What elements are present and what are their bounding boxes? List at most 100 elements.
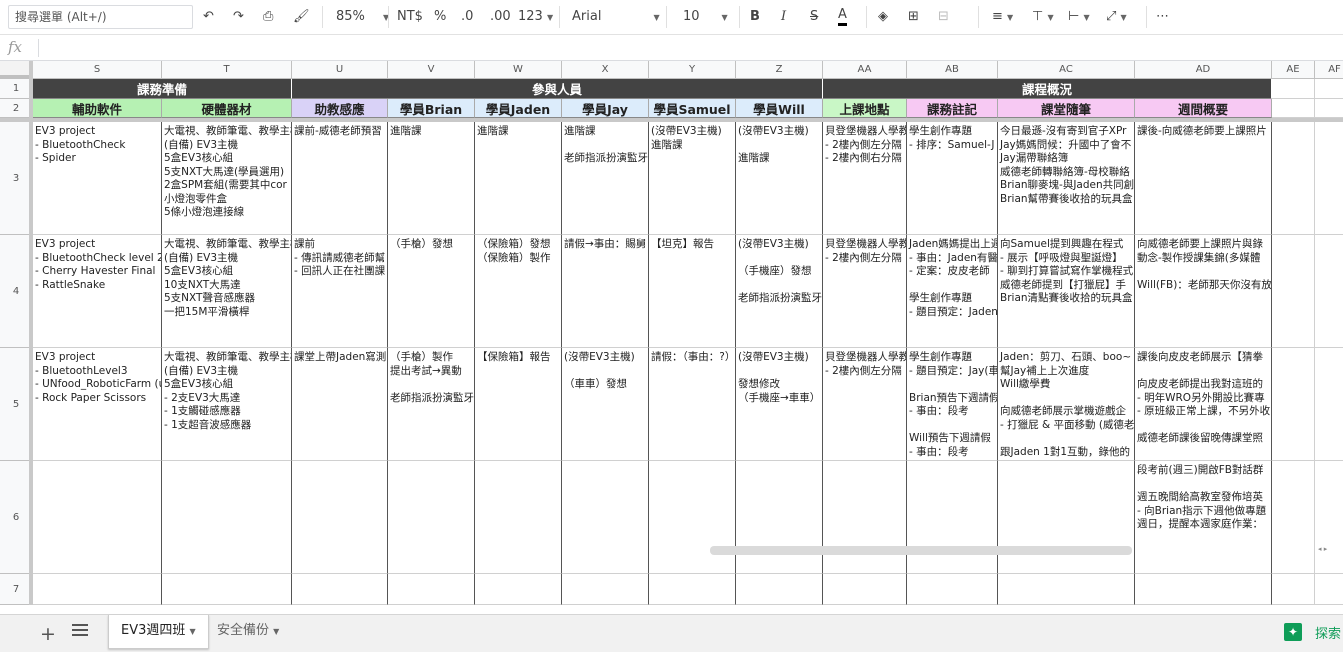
column-header[interactable]: S bbox=[33, 61, 162, 79]
italic-button[interactable]: I bbox=[781, 6, 786, 28]
group-header-group1[interactable]: 課務準備 bbox=[33, 79, 292, 99]
cell[interactable]: 貝登堡機器人學教 - 2樓內側左分隔 bbox=[823, 235, 907, 348]
cell[interactable]: 課前 - 傳訊請威德老師幫 - 回訊人正在社團課 bbox=[292, 235, 388, 348]
cell[interactable]: （手槍）發想 bbox=[388, 235, 475, 348]
column-header[interactable]: T bbox=[162, 61, 292, 79]
cell[interactable] bbox=[736, 461, 823, 574]
column-title[interactable]: 學員Will bbox=[736, 99, 823, 118]
column-header[interactable]: AD bbox=[1135, 61, 1272, 79]
cell[interactable]: 課後向皮皮老師展示【猜拳 向皮皮老師提出我對這班的 - 明年WRO另外開設比賽專… bbox=[1135, 348, 1272, 461]
cell[interactable]: (沒帶EV3主機) 發想修改 （手機座→車車） bbox=[736, 348, 823, 461]
cell[interactable] bbox=[475, 461, 562, 574]
merge-cells-icon[interactable]: ⊟ bbox=[938, 6, 949, 28]
cell[interactable]: 進階課 老師指派扮演監牙 bbox=[562, 122, 649, 235]
redo-icon[interactable]: ↷ bbox=[233, 6, 244, 28]
cell[interactable] bbox=[1272, 574, 1315, 605]
cell[interactable] bbox=[823, 461, 907, 574]
cell[interactable] bbox=[475, 574, 562, 605]
cell[interactable]: 大電視、教師筆電、教學主機 (自備) EV3主機 5盒EV3核心組 5支NXT大… bbox=[162, 122, 292, 235]
column-header[interactable]: AF bbox=[1315, 61, 1343, 79]
font-select[interactable]: Arial ▼ bbox=[572, 6, 660, 28]
column-header[interactable]: V bbox=[388, 61, 475, 79]
column-title[interactable]: 學員Jaden bbox=[475, 99, 562, 118]
cell[interactable]: (沒帶EV3主機) 進階課 bbox=[736, 122, 823, 235]
undo-icon[interactable]: ↶ bbox=[203, 6, 214, 28]
bold-button[interactable]: B bbox=[750, 6, 760, 28]
increase-decimal-button[interactable]: .00 bbox=[490, 6, 511, 28]
cell[interactable] bbox=[162, 461, 292, 574]
cell[interactable] bbox=[1315, 122, 1343, 235]
cell[interactable]: 向威德老師要上課照片與錄 動念-製作授課集錦(多媒體 Will(FB)：老師那天… bbox=[1135, 235, 1272, 348]
scroll-arrows[interactable]: ◂ ▸ bbox=[1318, 545, 1327, 553]
cell[interactable]: 進階課 bbox=[388, 122, 475, 235]
cell[interactable]: 進階課 bbox=[475, 122, 562, 235]
cell[interactable] bbox=[1315, 461, 1343, 574]
cell[interactable]: 貝登堡機器人學教 - 2樓內側左分隔 - 2樓內側右分隔 bbox=[823, 122, 907, 235]
cell[interactable]: EV3 project - BluetoothCheck level 2 - C… bbox=[33, 235, 162, 348]
column-header[interactable]: AB bbox=[907, 61, 998, 79]
column-title[interactable]: 學員Samuel bbox=[649, 99, 736, 118]
cell[interactable] bbox=[998, 461, 1135, 574]
text-rotation-icon[interactable]: ⤢ ▼ bbox=[1106, 6, 1127, 28]
column-header[interactable]: AA bbox=[823, 61, 907, 79]
text-color-button[interactable]: A bbox=[838, 6, 847, 26]
vertical-align-icon[interactable]: ⊤ ▼ bbox=[1032, 6, 1054, 28]
cell[interactable]: Jaden媽媽提出上週 - 事由：Jaden有醫 - 定案：皮皮老師 學生創作專… bbox=[907, 235, 998, 348]
group-header-group2[interactable]: 參與人員 bbox=[292, 79, 823, 99]
cell[interactable]: (沒帶EV3主機) 進階課 bbox=[649, 122, 736, 235]
cell[interactable] bbox=[1272, 79, 1315, 99]
explore-icon[interactable]: ✦ bbox=[1284, 623, 1302, 641]
cell[interactable] bbox=[1315, 235, 1343, 348]
cell[interactable]: 大電視、教師筆電、教學主機 (自備) EV3主機 5盒EV3核心組 - 2支EV… bbox=[162, 348, 292, 461]
group-header-group3[interactable]: 課程概況 bbox=[823, 79, 1272, 99]
print-icon[interactable]: ⎙ bbox=[263, 6, 273, 28]
column-header[interactable]: AC bbox=[998, 61, 1135, 79]
paint-format-icon[interactable]: 🖌 bbox=[293, 6, 310, 28]
search-menus-input[interactable]: 搜尋選單 (Alt+/) bbox=[8, 5, 193, 29]
fill-color-icon[interactable]: ◈ bbox=[878, 6, 888, 28]
column-header[interactable]: U bbox=[292, 61, 388, 79]
cell[interactable] bbox=[1272, 122, 1315, 235]
freeze-divider[interactable] bbox=[0, 118, 1343, 122]
cell[interactable]: （手槍）製作 提出考試→異動 老師指派扮演監牙 bbox=[388, 348, 475, 461]
cell[interactable] bbox=[823, 574, 907, 605]
cell[interactable]: EV3 project - BluetoothCheck - Spider bbox=[33, 122, 162, 235]
cell[interactable]: 向Samuel提到興趣在程式 - 展示【呼吸燈與聖誕燈】 - 聊到打算嘗試寫作掌… bbox=[998, 235, 1135, 348]
cell[interactable]: Jaden：剪刀、石頭、boo~ 幫Jay補上上次進度 Will繳學費 向威德老… bbox=[998, 348, 1135, 461]
column-header[interactable]: AE bbox=[1272, 61, 1315, 79]
cell[interactable] bbox=[1272, 99, 1315, 118]
cell[interactable]: 大電視、教師筆電、教學主機 (自備) EV3主機 5盒EV3核心組 10支NXT… bbox=[162, 235, 292, 348]
cell[interactable] bbox=[562, 461, 649, 574]
cell[interactable]: 課前-威德老師預習 bbox=[292, 122, 388, 235]
column-header[interactable]: W bbox=[475, 61, 562, 79]
cell[interactable]: 今日最遜-沒有寄到官子XPr Jay媽媽問候：升國中了會不 Jay漏帶聯絡簿 威… bbox=[998, 122, 1135, 235]
cell[interactable] bbox=[33, 574, 162, 605]
all-sheets-icon[interactable] bbox=[72, 624, 88, 639]
cell[interactable]: 課堂上帶Jaden寫測 bbox=[292, 348, 388, 461]
cell[interactable]: 【坦克】報告 bbox=[649, 235, 736, 348]
cell[interactable]: 貝登堡機器人學教 - 2樓內側左分隔 bbox=[823, 348, 907, 461]
borders-icon[interactable]: ⊞ bbox=[908, 6, 919, 28]
cell[interactable] bbox=[562, 574, 649, 605]
horizontal-align-icon[interactable]: ≡ ▼ bbox=[992, 6, 1013, 28]
column-title[interactable]: 助教感應 bbox=[292, 99, 388, 118]
cell[interactable]: 段考前(週三)開啟FB對話群 週五晚間給高教室發佈培英 - 向Brian指示下週… bbox=[1135, 461, 1272, 574]
column-header[interactable]: X bbox=[562, 61, 649, 79]
cell[interactable] bbox=[1272, 235, 1315, 348]
column-title[interactable]: 學員Jay bbox=[562, 99, 649, 118]
more-formats-select[interactable]: 123 ▼ bbox=[518, 6, 553, 28]
cell[interactable]: 課後-向威德老師要上課照片 bbox=[1135, 122, 1272, 235]
cell[interactable]: EV3 project - BluetoothLevel3 - UNfood_R… bbox=[33, 348, 162, 461]
freeze-divider[interactable] bbox=[29, 61, 33, 605]
cell[interactable] bbox=[736, 574, 823, 605]
cell[interactable]: (沒帶EV3主機) （手機座）發想 老師指派扮演監牙 bbox=[736, 235, 823, 348]
cell[interactable]: 請假：（事由：?） bbox=[649, 348, 736, 461]
cell[interactable] bbox=[388, 461, 475, 574]
cell[interactable] bbox=[292, 461, 388, 574]
cell[interactable]: 學生創作專題 - 排序：Samuel-J bbox=[907, 122, 998, 235]
decrease-decimal-button[interactable]: .0 bbox=[461, 6, 473, 28]
spreadsheet-grid[interactable]: S T U V W X Y Z AA AB AC AD AE AF 1 2 3 4 5 6 7 課務準備 參與人員 課程概況輔… bbox=[0, 61, 1343, 605]
currency-format-button[interactable]: NT$ bbox=[397, 6, 423, 28]
column-title[interactable]: 週間概要 bbox=[1135, 99, 1272, 118]
percent-format-button[interactable]: % bbox=[434, 6, 446, 28]
